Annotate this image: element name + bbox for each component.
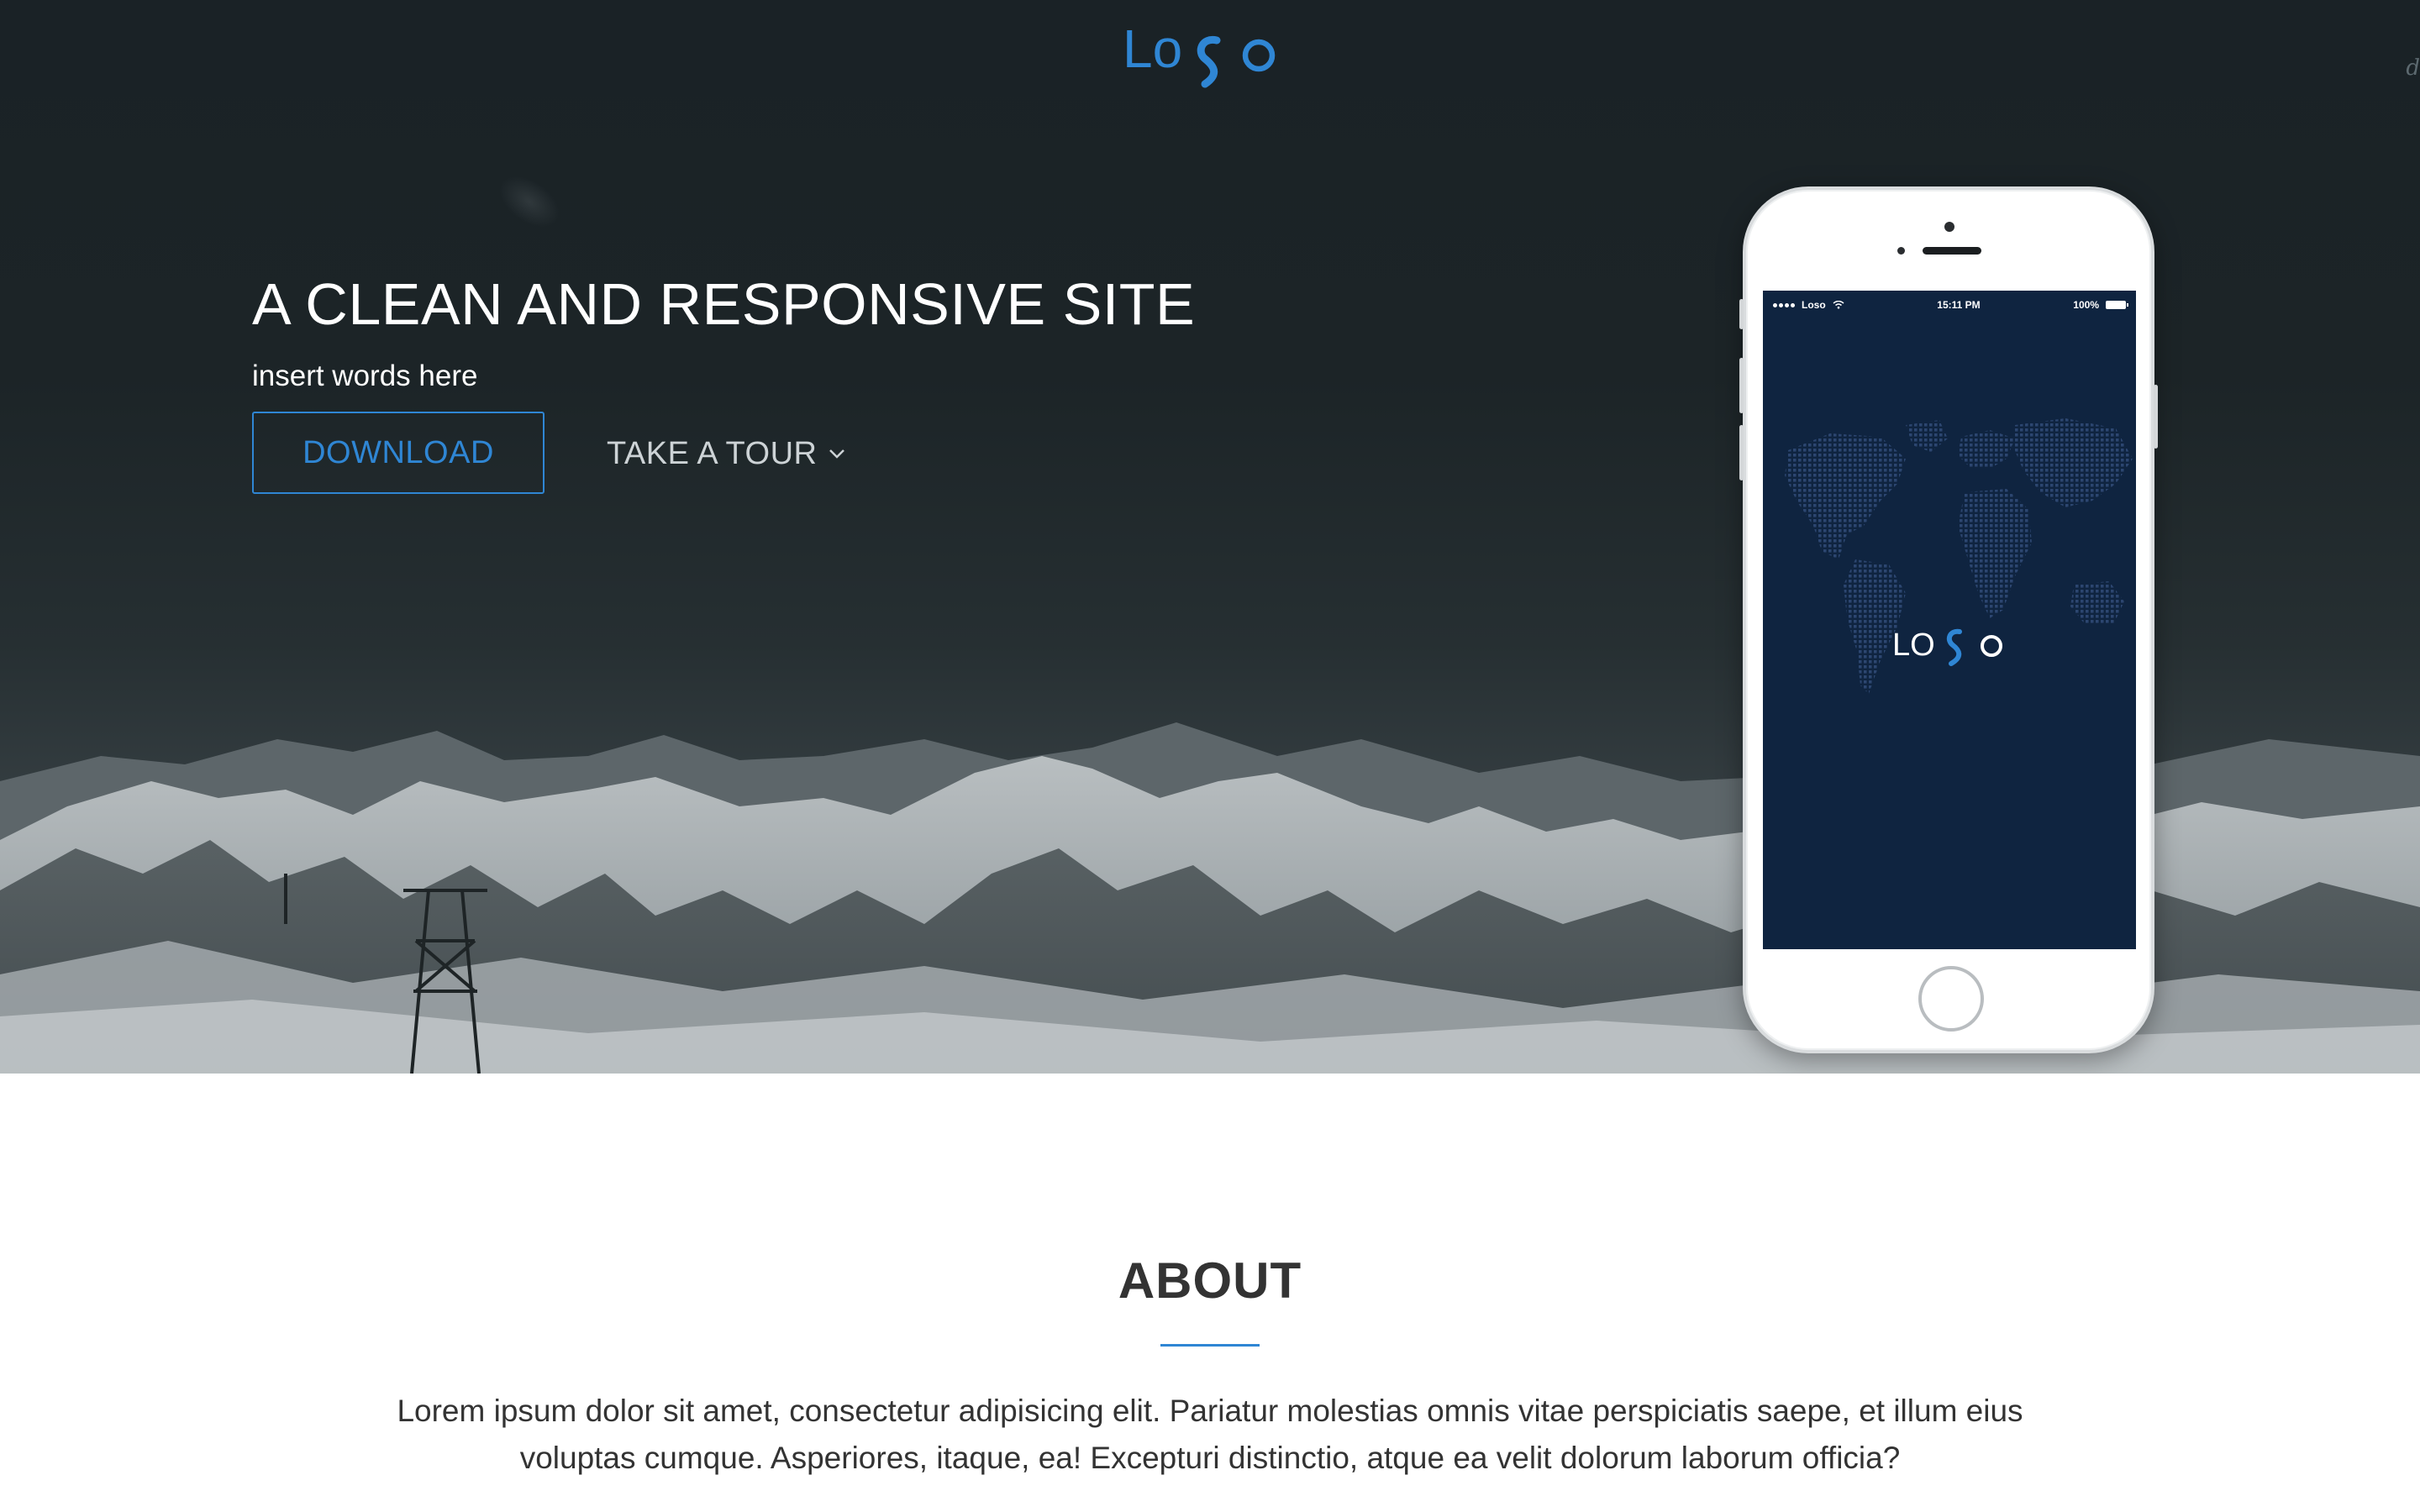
phone-home-button: [1918, 966, 1984, 1032]
phone-camera: [1944, 222, 1954, 232]
take-a-tour-label: TAKE A TOUR: [607, 435, 818, 471]
phone-screen: Loso 15:11 PM 100% LO: [1763, 291, 2136, 949]
battery-icon: [2106, 301, 2128, 309]
svg-text:LO: LO: [1892, 627, 1935, 663]
chevron-down-icon: [829, 449, 845, 459]
brand-logo[interactable]: Lo: [1118, 18, 1286, 94]
phone-speaker: [1923, 247, 1981, 255]
signal-icon: [1773, 302, 1795, 307]
hero-title: A CLEAN AND RESPONSIVE SITE: [252, 271, 1196, 337]
phone-mute-switch: [1739, 299, 1744, 329]
phone-mockup: Loso 15:11 PM 100% LO: [1739, 186, 2158, 1053]
status-bar: Loso 15:11 PM 100%: [1763, 291, 2136, 319]
phone-sensor: [1897, 247, 1905, 255]
wifi-icon: [1833, 301, 1844, 309]
hero-subtitle: insert words here: [252, 360, 478, 392]
hero-section: d Lo A CLEAN AND RESPONSIVE SITE insert …: [0, 0, 2420, 1074]
corner-mark: d: [2406, 55, 2420, 81]
phone-power-button: [2154, 385, 2158, 449]
world-map-graphic: [1785, 418, 2133, 694]
about-text: Lorem ipsum dolor sit amet, consectetur …: [397, 1394, 2023, 1475]
loso-logo-icon: Lo: [1123, 18, 1276, 88]
about-title: ABOUT: [1118, 1252, 1302, 1309]
app-logo-icon: LO: [1892, 627, 2002, 666]
phone-volume-down: [1739, 425, 1744, 480]
download-button[interactable]: DOWNLOAD: [252, 412, 544, 494]
svg-text:Lo: Lo: [1123, 18, 1182, 79]
carrier-label: Loso: [1802, 299, 1826, 311]
about-divider: [1160, 1344, 1260, 1347]
battery-label: 100%: [2073, 299, 2099, 311]
status-time: 15:11 PM: [1937, 299, 1981, 311]
take-a-tour-link[interactable]: TAKE A TOUR: [607, 430, 847, 477]
phone-volume-up: [1739, 358, 1744, 413]
